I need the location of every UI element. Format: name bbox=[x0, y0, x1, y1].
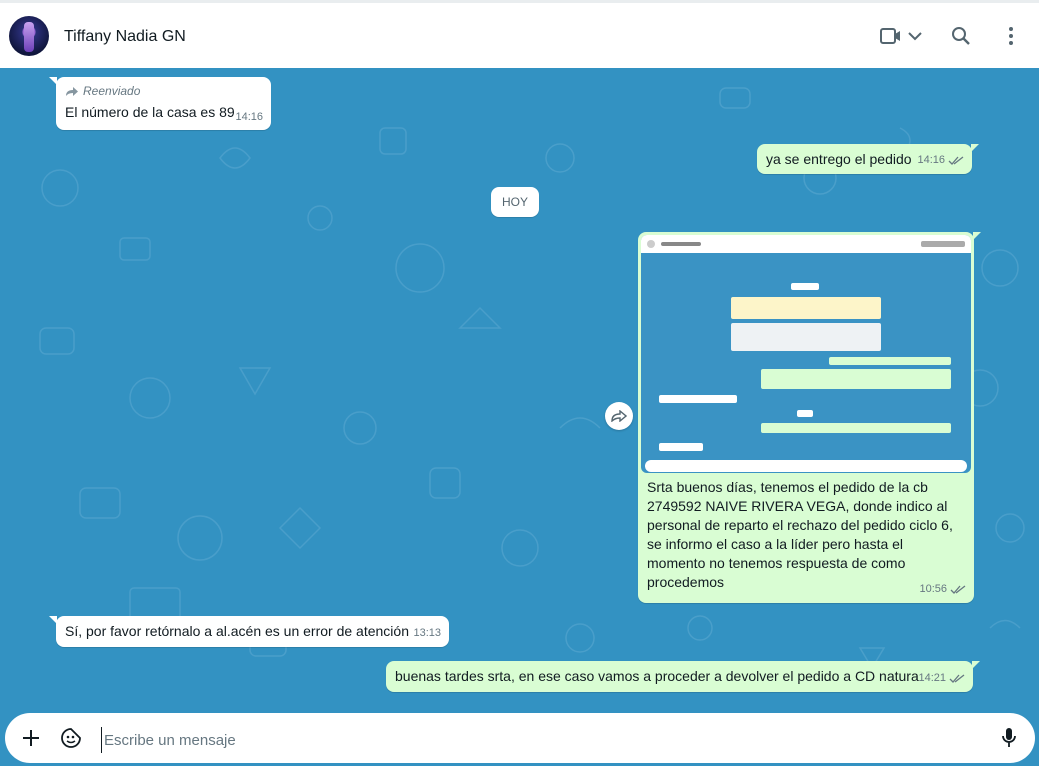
image-caption: Srta buenos días, tenemos el pedido de l… bbox=[647, 479, 953, 590]
chat-area[interactable]: Reenviado El número de la casa es 89 14:… bbox=[0, 68, 1039, 712]
message-text: Sí, por favor retórnalo a al.acén es un … bbox=[65, 623, 409, 639]
search-icon[interactable] bbox=[946, 21, 976, 51]
message-text: buenas tardes srta, en ese caso vamos a … bbox=[395, 668, 919, 684]
chat-header: Tiffany Nadia GN bbox=[0, 0, 1039, 68]
chevron-down-icon[interactable] bbox=[900, 21, 930, 51]
forwarded-indicator: Reenviado bbox=[65, 82, 140, 101]
forward-button[interactable] bbox=[605, 402, 633, 430]
message-bubble[interactable]: Sí, por favor retórnalo a al.acén es un … bbox=[49, 616, 449, 647]
composer-box bbox=[5, 713, 1035, 763]
message-input[interactable] bbox=[101, 727, 956, 753]
message-time: 13:13 bbox=[413, 627, 441, 639]
plus-icon[interactable] bbox=[18, 725, 44, 751]
contact-avatar[interactable] bbox=[9, 16, 49, 56]
forwarded-label: Reenviado bbox=[83, 84, 141, 98]
message-text: ya se entrego el pedido bbox=[766, 151, 912, 167]
read-receipt-icon bbox=[949, 673, 965, 683]
message-bubble[interactable]: ya se entrego el pedido 14:16 bbox=[757, 144, 979, 174]
contact-name[interactable]: Tiffany Nadia GN bbox=[64, 28, 186, 46]
message-time: 10:56 bbox=[919, 583, 947, 595]
message-time: 14:16 bbox=[917, 154, 945, 166]
read-receipt-icon bbox=[950, 584, 966, 594]
message-bubble[interactable]: Reenviado El número de la casa es 89 14:… bbox=[49, 77, 271, 130]
menu-dots-icon[interactable] bbox=[996, 21, 1026, 51]
message-text: El número de la casa es 89 bbox=[65, 104, 235, 120]
microphone-icon[interactable] bbox=[996, 725, 1022, 751]
screenshot-thumbnail[interactable] bbox=[641, 235, 971, 473]
image-message-bubble[interactable]: Srta buenos días, tenemos el pedido de l… bbox=[638, 232, 981, 603]
forward-icon bbox=[611, 410, 627, 422]
forward-icon bbox=[66, 86, 78, 96]
read-receipt-icon bbox=[948, 155, 964, 165]
message-time: 14:21 bbox=[918, 672, 946, 684]
message-time: 14:16 bbox=[235, 111, 263, 123]
sticker-icon[interactable] bbox=[58, 725, 84, 751]
composer-bar bbox=[0, 712, 1039, 766]
message-bubble[interactable]: buenas tardes srta, en ese caso vamos a … bbox=[386, 661, 980, 692]
day-separator: HOY bbox=[491, 187, 539, 217]
